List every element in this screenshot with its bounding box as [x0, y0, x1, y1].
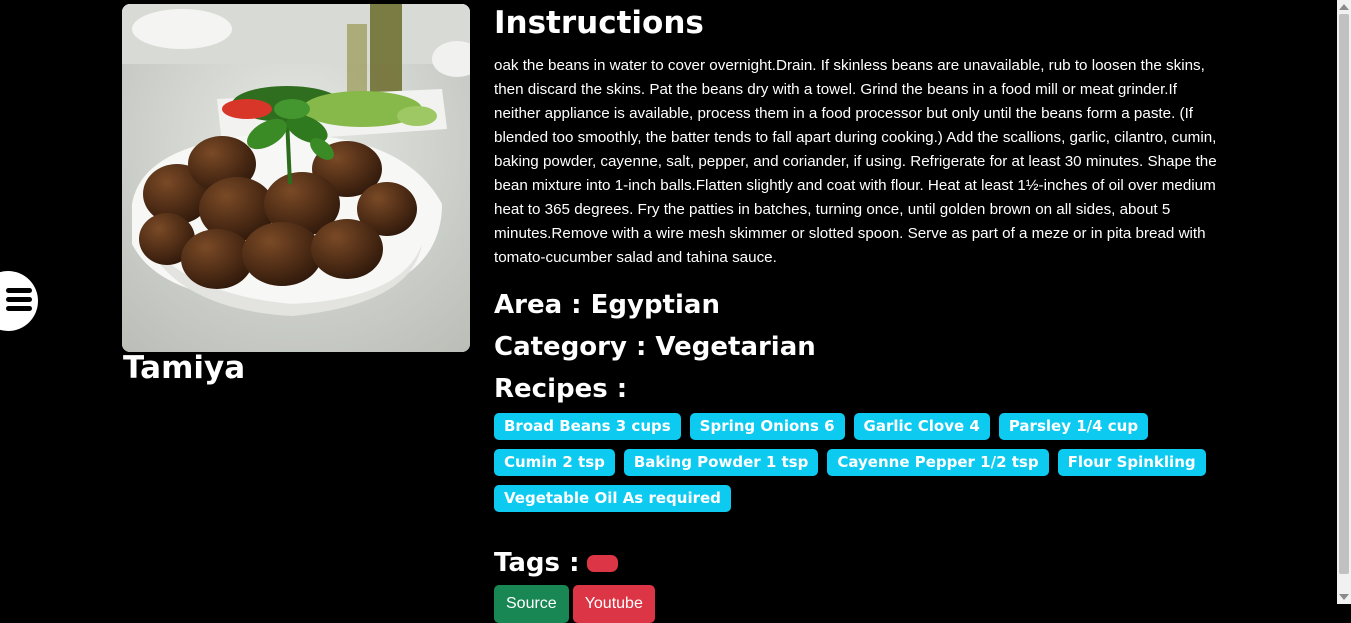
sidebar-toggle-button[interactable]: [0, 271, 38, 331]
youtube-button[interactable]: Youtube: [572, 585, 655, 623]
vertical-scrollbar[interactable]: [1337, 0, 1351, 604]
category-line: Category : Vegetarian: [494, 332, 816, 362]
scroll-up-arrow-icon[interactable]: [1339, 4, 1349, 10]
tags-heading: Tags :: [494, 545, 1218, 581]
ingredient-chip: Cayenne Pepper 1/2 tsp: [827, 449, 1049, 476]
ingredient-chip: Flour Spinkling: [1057, 449, 1206, 476]
ingredient-chip: Cumin 2 tsp: [494, 449, 615, 476]
scrollbar-thumb[interactable]: [1339, 14, 1349, 574]
meal-name: Tamiya: [123, 350, 246, 386]
falafel-photo: [122, 4, 470, 352]
instructions-heading: Instructions: [494, 5, 704, 41]
ingredient-chip: Garlic Clove 4: [853, 413, 990, 440]
instructions-text: oak the beans in water to cover overnigh…: [494, 57, 1217, 266]
ingredient-chip: Baking Powder 1 tsp: [623, 449, 819, 476]
hamburger-menu-icon: [6, 288, 32, 315]
scroll-down-arrow-icon[interactable]: [1339, 594, 1349, 600]
recipes-heading: Recipes :: [494, 374, 628, 404]
meal-image: [122, 4, 470, 352]
ingredient-chip: Broad Beans 3 cups: [494, 413, 681, 440]
tag-badge: [587, 554, 619, 572]
ingredient-chip: Vegetable Oil As required: [494, 485, 731, 512]
source-button[interactable]: Source: [494, 585, 569, 623]
ingredient-chip: Spring Onions 6: [689, 413, 845, 440]
tags-label: Tags :: [494, 548, 580, 578]
link-buttons: Source Youtube: [494, 585, 1218, 623]
ingredient-chip: Parsley 1/4 cup: [998, 413, 1149, 440]
meal-details: Instructions oak the beans in water to c…: [494, 0, 1218, 623]
ingredient-list: Broad Beans 3 cups Spring Onions 6 Garli…: [494, 413, 1218, 521]
area-line: Area : Egyptian: [494, 290, 720, 320]
